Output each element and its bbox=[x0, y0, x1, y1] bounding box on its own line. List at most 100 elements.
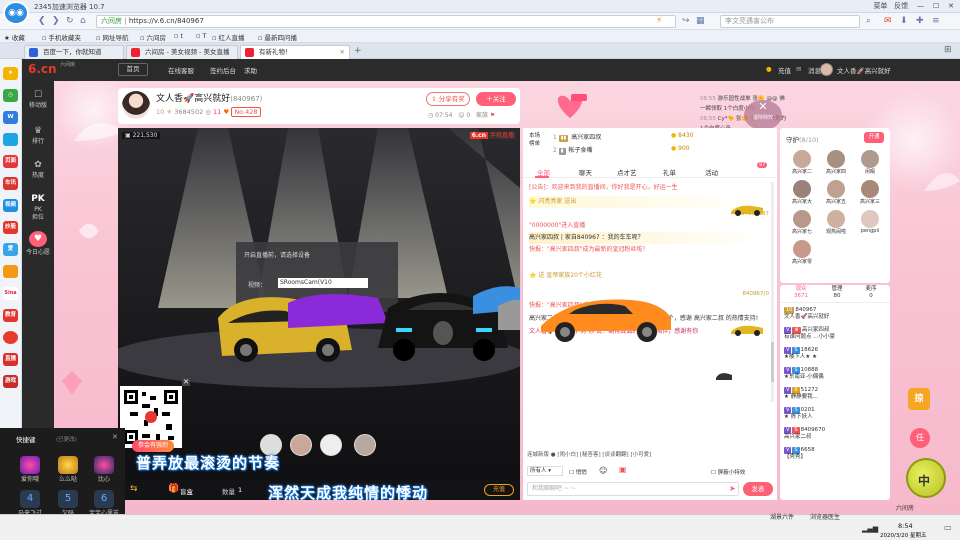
viewer-avatar[interactable] bbox=[354, 434, 376, 456]
home-icon[interactable]: ⌂ bbox=[80, 16, 86, 26]
nav-help[interactable]: 求助 bbox=[244, 65, 257, 75]
quick-phrase-item[interactable]: [闹小白] bbox=[557, 452, 578, 458]
gift-icon[interactable]: ▣ bbox=[619, 465, 627, 474]
recipient-select[interactable]: 所有人 ▾ bbox=[527, 466, 563, 476]
search-input[interactable]: 李文亮遇害公布 bbox=[720, 15, 860, 28]
search-icon[interactable]: ⌕ bbox=[866, 16, 871, 26]
notification-icon[interactable]: ▭ bbox=[944, 523, 952, 532]
close-button[interactable]: ✕ bbox=[948, 2, 954, 10]
audience-row[interactable]: V S 0201 ★ 陈下妖人 bbox=[784, 407, 882, 427]
forward-icon[interactable]: ❯ bbox=[52, 16, 60, 26]
qr-close-icon[interactable]: ✕ bbox=[182, 378, 190, 386]
grid-icon[interactable]: ▦ bbox=[696, 16, 705, 26]
guard-open-button[interactable]: 开通 bbox=[864, 132, 884, 143]
chat-tab-talent[interactable]: 点才艺 bbox=[617, 167, 637, 177]
follow-button[interactable]: ＋关注 bbox=[476, 92, 516, 106]
rank-row[interactable]: 2 ▮ 帐子食嘴 bbox=[553, 145, 592, 155]
taskbar-item[interactable]: 湖景六件 bbox=[770, 512, 794, 521]
shortcut-close-icon[interactable]: ✕ bbox=[112, 433, 118, 441]
home-button[interactable]: 首页 bbox=[118, 63, 148, 76]
site-logo[interactable]: 6.cn bbox=[28, 62, 57, 76]
quick-phrase-item[interactable]: [谈谈翻翻] bbox=[602, 452, 628, 458]
rank-row[interactable]: 1 ▮▮ 高兴家四叔 bbox=[553, 132, 601, 142]
bookmark-news[interactable]: ▫ 最新四问播 bbox=[258, 32, 297, 42]
chat-input[interactable]: 和我聊聊吧 ~ ~ bbox=[527, 482, 739, 496]
side-nav-hot[interactable]: ✿ 热度 bbox=[22, 161, 54, 180]
chat-tab-activity[interactable]: 活动 bbox=[705, 167, 718, 177]
shortcut-item[interactable]: 么么哒 bbox=[50, 456, 86, 486]
lightning-icon[interactable]: ⚡ bbox=[656, 16, 662, 26]
new-tab-button[interactable]: + bbox=[354, 46, 362, 56]
share-icon[interactable]: ↪ bbox=[682, 16, 690, 26]
viewer-avatar[interactable] bbox=[320, 434, 342, 456]
sidebar-live-icon[interactable]: 直播 bbox=[3, 353, 18, 366]
minimize-button[interactable]: — bbox=[917, 2, 924, 10]
bookmark-T[interactable]: ▫ T bbox=[196, 32, 206, 40]
nav-signing[interactable]: 签约后台 bbox=[210, 65, 236, 75]
bookmark-t[interactable]: ▫ t bbox=[174, 32, 183, 40]
side-nav-rank[interactable]: ♛ 排行 bbox=[22, 127, 54, 146]
sidebar-game2-icon[interactable]: 游戏 bbox=[3, 375, 18, 388]
sidebar-edu-icon[interactable]: 教育 bbox=[3, 309, 18, 322]
audience-row[interactable]: V ♛ 高兴家四叔 有谁问题点 ...小小豪 bbox=[784, 327, 882, 347]
sidebar-favorites-icon[interactable]: ★ bbox=[3, 67, 18, 80]
user-name[interactable]: 文人香🚀高兴就好 bbox=[837, 65, 891, 75]
guard-member[interactable]: pengpii bbox=[854, 210, 886, 234]
video-device-select[interactable]: SRoomsCam(V10 bbox=[278, 278, 368, 288]
user-avatar[interactable] bbox=[820, 63, 833, 76]
lottery-icon[interactable]: 掠 bbox=[908, 388, 930, 410]
bookmark-nav[interactable]: ▫ 网址导航 bbox=[96, 32, 128, 42]
emoji-icon[interactable]: ☺ bbox=[599, 466, 607, 475]
bookmark-6room[interactable]: ▫ 六间房 bbox=[140, 32, 166, 42]
send-button[interactable]: 发表 bbox=[743, 482, 773, 496]
tab-list-icon[interactable]: ⊞ bbox=[944, 45, 952, 55]
audience-row[interactable]: 10 840967 文人香🚀高兴就好 bbox=[784, 307, 882, 327]
quick-phrase-item[interactable]: [小可爱] bbox=[630, 452, 651, 458]
guard-member[interactable]: 高兴家零 bbox=[786, 240, 818, 265]
shortcut-item[interactable]: 比心 bbox=[86, 456, 122, 486]
shortcut-item[interactable]: 爱你哦 bbox=[12, 456, 48, 486]
taskbar-network-icon[interactable]: ▂▄▆ bbox=[862, 525, 878, 533]
audience-tab-queue[interactable]: 麦序 0 bbox=[854, 286, 888, 300]
audience-row[interactable]: V S 6658 【秀秀】 bbox=[784, 447, 882, 467]
send-arrow-icon[interactable]: ➤ bbox=[729, 484, 736, 493]
taskbar-item[interactable]: 浏览器医生 bbox=[810, 512, 840, 521]
video-stream[interactable]: ▣ 221,530 6.cn 手机直播 开启直播前，请选择设备 视频： SRoom… bbox=[118, 128, 520, 500]
gift-arrow-icon[interactable]: ⇆ bbox=[130, 484, 138, 494]
audience-row[interactable]: V S 51272 ★ 静静要我... bbox=[784, 387, 882, 407]
sidebar-circle-icon[interactable] bbox=[3, 331, 18, 344]
audience-row[interactable]: V S 18626 ★楼下人★ ★ bbox=[784, 347, 882, 367]
sidebar-video-icon[interactable]: 视频 bbox=[3, 199, 18, 212]
private-checkbox[interactable]: ☐ 悄悄 bbox=[569, 468, 587, 476]
guard-member[interactable]: 闲暇 bbox=[854, 150, 886, 175]
audience-tab-admins[interactable]: 管理 80 bbox=[820, 286, 854, 300]
download-icon[interactable]: ⬇ bbox=[900, 16, 908, 26]
sidebar-history-icon[interactable]: ◷ bbox=[3, 89, 18, 102]
mascot-icon[interactable]: 中 bbox=[906, 458, 946, 498]
sidebar-stock-icon[interactable]: 炒股 bbox=[3, 221, 18, 234]
guard-member[interactable]: 高兴家五 bbox=[820, 180, 852, 205]
side-nav-mobile[interactable]: ☐ 移动版 bbox=[22, 91, 54, 110]
sidebar-car-icon[interactable]: 车讯 bbox=[3, 177, 18, 190]
sidebar-page-icon[interactable]: 页面 bbox=[3, 155, 18, 168]
extension-icon[interactable]: ✚ bbox=[916, 16, 924, 26]
gift-hearts[interactable] bbox=[553, 92, 587, 120]
event-banner[interactable]: 参会有强烈 bbox=[132, 440, 175, 452]
sidebar-weibo-icon[interactable]: W bbox=[3, 111, 18, 124]
recharge-link[interactable]: 充值 bbox=[778, 65, 791, 75]
audience-row[interactable]: V S 8409670 高兴家二叔 bbox=[784, 427, 882, 447]
bookmark-redlive[interactable]: ▫ 红人直播 bbox=[212, 32, 244, 42]
guard-member[interactable]: 高兴家大 bbox=[786, 180, 818, 205]
gift-box-label[interactable]: 盲盒 bbox=[180, 486, 193, 496]
hide-effect-checkbox[interactable]: ☐ 屏蔽小特效 bbox=[711, 468, 745, 476]
refresh-icon[interactable]: ↻ bbox=[66, 16, 74, 26]
maximize-button[interactable]: ☐ bbox=[933, 2, 939, 10]
audience-row[interactable]: V S 10888 ★东南亚·小偶偶 bbox=[784, 367, 882, 387]
sidebar-love-icon[interactable]: 爱 bbox=[3, 243, 18, 256]
chat-tab-gift[interactable]: 礼单 bbox=[663, 167, 676, 177]
guard-member[interactable]: 观热闹啦 bbox=[820, 210, 852, 235]
sidebar-game-icon[interactable] bbox=[3, 265, 18, 278]
quick-phrase-item[interactable]: [秘答客] bbox=[580, 452, 601, 458]
gift-count-value[interactable]: 1 bbox=[238, 486, 242, 494]
effect-close-button[interactable]: ✕ 退除特效 bbox=[744, 100, 782, 130]
